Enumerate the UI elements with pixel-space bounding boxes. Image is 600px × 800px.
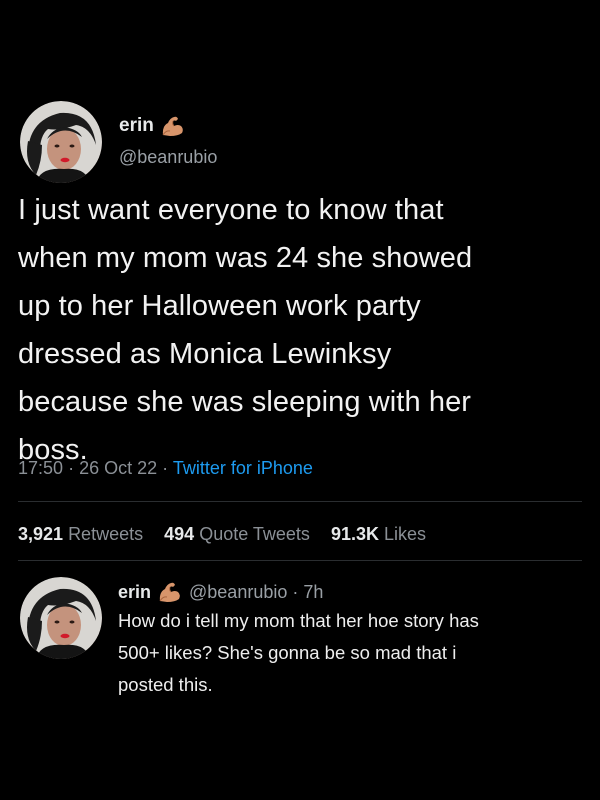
quote-tweets-count: 494 bbox=[164, 524, 195, 544]
tweet-text-line: because she was sleeping with her bbox=[18, 386, 472, 418]
author-name-row[interactable]: erin bbox=[119, 114, 186, 138]
profile-photo bbox=[20, 577, 102, 659]
reply-handle-time[interactable]: @beanrubio · 7h bbox=[189, 582, 323, 603]
tweet-text-line: up to her Halloween work party bbox=[18, 290, 421, 322]
author-handle[interactable]: @beanrubio bbox=[119, 147, 217, 168]
meta-separator: · bbox=[68, 458, 75, 478]
tweet-text-line: dressed as Monica Lewinksy bbox=[18, 338, 392, 370]
reply-text: How do i tell my mom that her hoe story … bbox=[118, 605, 583, 701]
avatar[interactable] bbox=[20, 101, 102, 183]
quote-tweets-label: Quote Tweets bbox=[199, 524, 310, 544]
tweet-stats: 3,921 Retweets 494 Quote Tweets 91.3K Li… bbox=[18, 524, 442, 545]
likes-stat[interactable]: 91.3K Likes bbox=[331, 524, 426, 544]
meta-separator: · bbox=[162, 458, 169, 478]
quote-tweets-stat[interactable]: 494 Quote Tweets bbox=[164, 524, 315, 544]
likes-count: 91.3K bbox=[330, 524, 379, 544]
retweets-label: Retweets bbox=[68, 524, 144, 544]
tweet-text-line: when my mom was 24 she showed bbox=[18, 242, 473, 274]
reply-header: erin @beanrubio · 7h bbox=[118, 580, 323, 604]
tweet-source-link[interactable]: Twitter for iPhone bbox=[173, 458, 313, 478]
reply-text-line: How do i tell my mom that her hoe story … bbox=[118, 610, 479, 631]
retweets-stat[interactable]: 3,921 Retweets bbox=[18, 524, 148, 544]
tweet-text-line: I just want everyone to know that bbox=[18, 194, 444, 226]
profile-photo bbox=[20, 101, 102, 183]
likes-label: Likes bbox=[384, 524, 427, 544]
tweet-time[interactable]: 17:50 bbox=[18, 458, 63, 478]
reply-text-line: 500+ likes? She's gonna be so mad that i bbox=[118, 642, 457, 663]
tweet-date[interactable]: 26 Oct 22 bbox=[79, 458, 157, 478]
reply-avatar[interactable] bbox=[20, 577, 102, 659]
retweets-count: 3,921 bbox=[18, 524, 64, 544]
author-display-name[interactable]: erin bbox=[119, 115, 154, 137]
divider bbox=[18, 560, 582, 561]
reply-text-line: posted this. bbox=[118, 674, 213, 695]
flexed-arm-emoji-icon bbox=[160, 114, 186, 138]
flexed-arm-emoji-icon bbox=[157, 580, 183, 604]
tweet-meta: 17:50 · 26 Oct 22 · Twitter for iPhone bbox=[18, 458, 313, 479]
reply-display-name[interactable]: erin bbox=[118, 582, 151, 603]
tweet-text: I just want everyone to know that when m… bbox=[18, 186, 583, 474]
divider bbox=[18, 501, 582, 502]
